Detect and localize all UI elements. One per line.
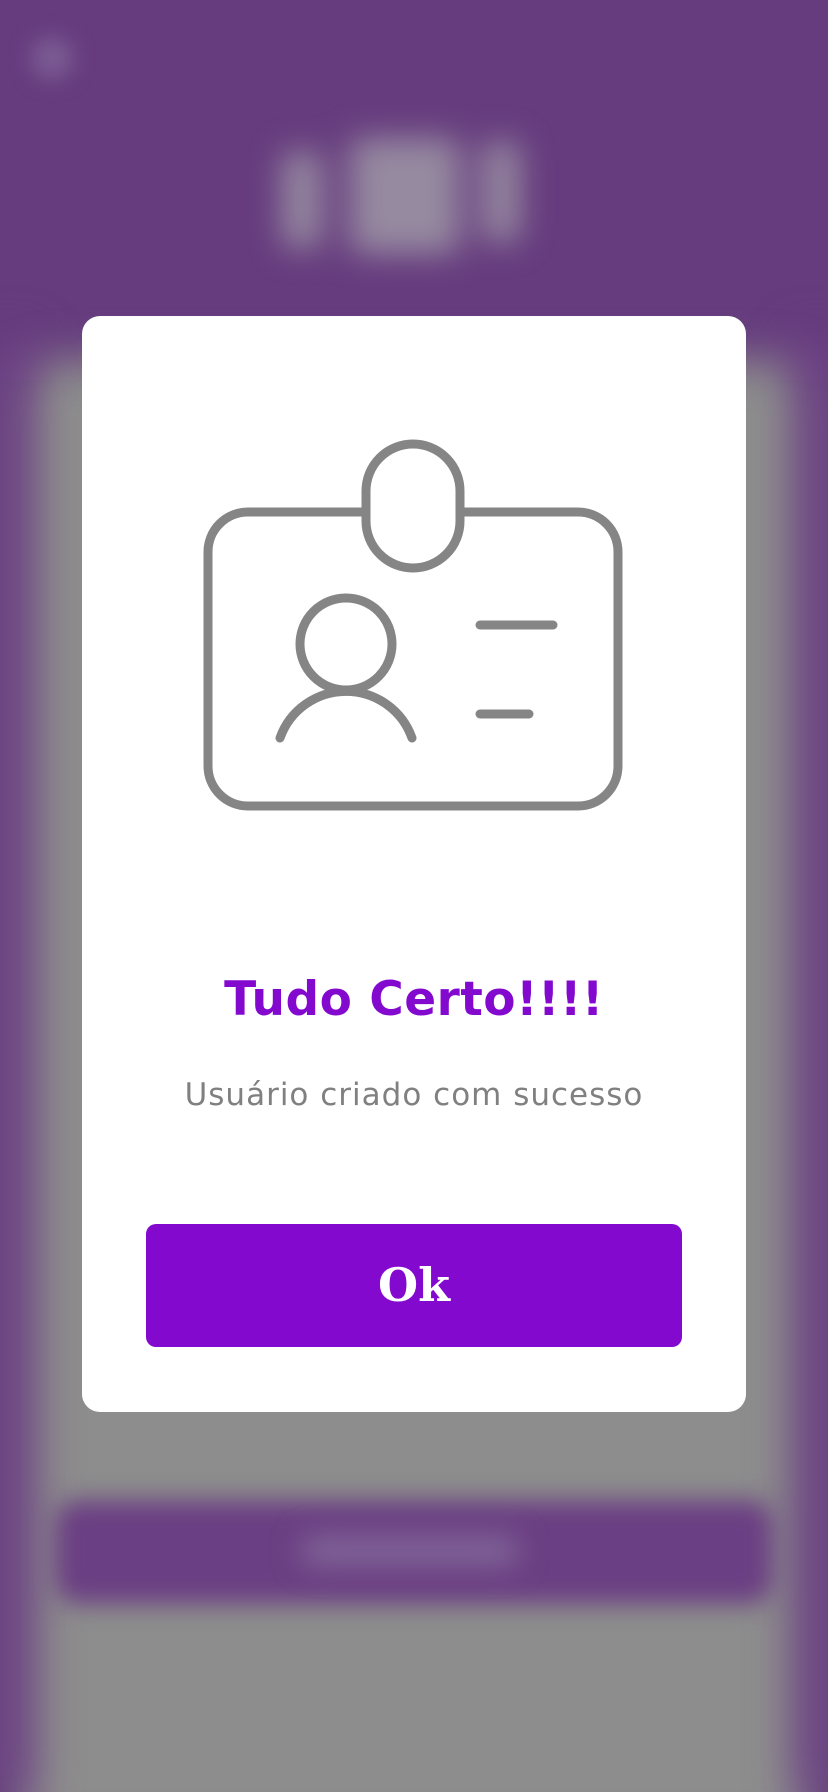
background-logo xyxy=(270,120,550,270)
background-back-icon xyxy=(30,36,74,80)
ok-button[interactable]: Ok xyxy=(146,1224,682,1347)
dialog-message: Usuário criado com sucesso xyxy=(184,1077,644,1113)
dialog-title: Tudo Certo!!!! xyxy=(224,972,604,1027)
id-card-icon xyxy=(198,436,628,816)
